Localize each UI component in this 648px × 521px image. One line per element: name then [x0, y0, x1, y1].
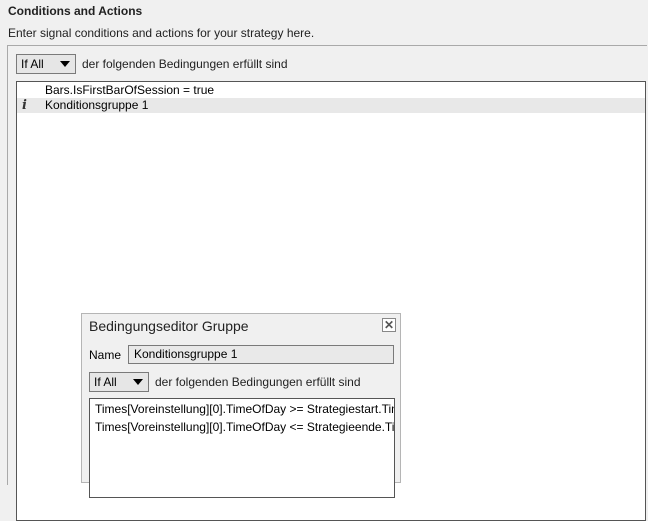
- list-item[interactable]: Times[Voreinstellung][0].TimeOfDay >= St…: [95, 402, 394, 417]
- close-icon[interactable]: ✕: [382, 318, 396, 332]
- dialog-condition-mode-select[interactable]: If All: [89, 372, 149, 392]
- condition-row-text: Bars.IsFirstBarOfSession = true: [45, 83, 215, 97]
- condition-mode-label: der folgenden Bedingungen erfüllt sind: [82, 57, 288, 71]
- condition-group-row[interactable]: i Konditionsgruppe 1: [17, 98, 645, 113]
- condition-mode-value: If All: [21, 57, 44, 71]
- section-title: Conditions and Actions: [8, 4, 143, 18]
- chevron-down-icon: [60, 61, 70, 67]
- name-label: Name: [89, 348, 122, 362]
- condition-mode-select[interactable]: If All: [16, 54, 76, 74]
- chevron-down-icon: [133, 379, 143, 385]
- group-conditions-list[interactable]: Times[Voreinstellung][0].TimeOfDay >= St…: [89, 398, 395, 498]
- group-name-field[interactable]: Konditionsgruppe 1: [128, 345, 394, 364]
- condition-row[interactable]: Bars.IsFirstBarOfSession = true: [17, 83, 645, 98]
- condition-group-text: Konditionsgruppe 1: [45, 98, 149, 112]
- dialog-condition-mode-label: der folgenden Bedingungen erfüllt sind: [155, 375, 361, 389]
- section-description: Enter signal conditions and actions for …: [8, 26, 315, 40]
- info-icon: i: [22, 98, 27, 113]
- dialog-title: Bedingungseditor Gruppe: [89, 318, 249, 334]
- dialog-condition-mode-value: If All: [94, 375, 117, 389]
- list-item[interactable]: Times[Voreinstellung][0].TimeOfDay <= St…: [95, 420, 394, 435]
- group-condition-editor-dialog: Bedingungseditor Gruppe ✕ Name Kondition…: [81, 313, 401, 498]
